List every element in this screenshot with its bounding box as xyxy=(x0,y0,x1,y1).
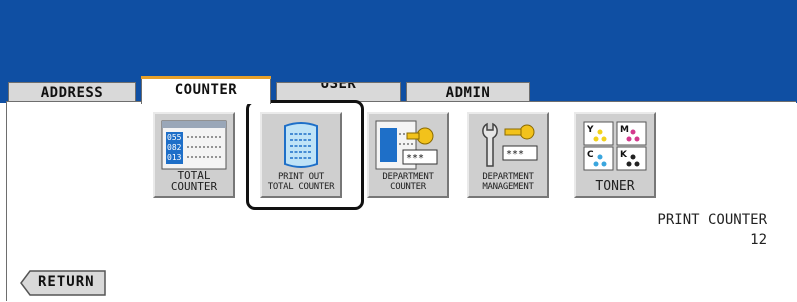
wrench-key-icon: *** xyxy=(482,122,538,167)
return-label: RETURN xyxy=(38,274,95,290)
department-management-label: DEPARTMENT MANAGEMENT xyxy=(482,172,534,192)
tab-admin[interactable]: ADMIN xyxy=(406,82,530,102)
total-counter-digits-3: 013 xyxy=(167,153,182,162)
tab-user[interactable]: USER xyxy=(276,82,401,102)
tab-counter[interactable]: COUNTER xyxy=(141,76,271,104)
department-management-button[interactable]: *** DEPARTMENT MANAGEMENT xyxy=(467,112,549,198)
total-counter-label: TOTAL COUNTER xyxy=(170,169,218,193)
toner-button[interactable]: Y M C K TONER xyxy=(574,112,656,198)
print-counter-value: 12 xyxy=(750,232,767,248)
toner-label: TONER xyxy=(595,179,635,194)
department-management-masked-code: *** xyxy=(506,149,524,160)
toner-letter-c: C xyxy=(587,150,594,160)
department-counter-button[interactable]: *** DEPARTMENT COUNTER xyxy=(367,112,449,198)
department-counter-masked-code: *** xyxy=(406,153,424,164)
top-banner xyxy=(0,0,797,82)
tab-address[interactable]: ADDRESS xyxy=(8,82,136,102)
total-counter-digits-2: 082 xyxy=(167,143,182,152)
tab-user-label: USER xyxy=(320,82,357,92)
total-counter-digits-1: 055 xyxy=(167,133,182,142)
department-counter-label: DEPARTMENT COUNTER xyxy=(382,172,434,192)
total-counter-button[interactable]: 055 082 013 TOTAL COUNTER xyxy=(153,112,235,198)
return-button[interactable]: RETURN xyxy=(20,270,106,296)
toner-icon: Y M C K xyxy=(583,121,647,171)
toner-letter-y: Y xyxy=(586,125,594,135)
department-counter-icon: *** xyxy=(375,120,438,170)
toner-letter-k: K xyxy=(620,150,628,160)
selection-highlight xyxy=(246,100,364,210)
toner-letter-m: M xyxy=(620,125,629,135)
total-counter-icon: 055 082 013 xyxy=(161,120,227,170)
print-counter-title: PRINT COUNTER xyxy=(657,212,767,228)
